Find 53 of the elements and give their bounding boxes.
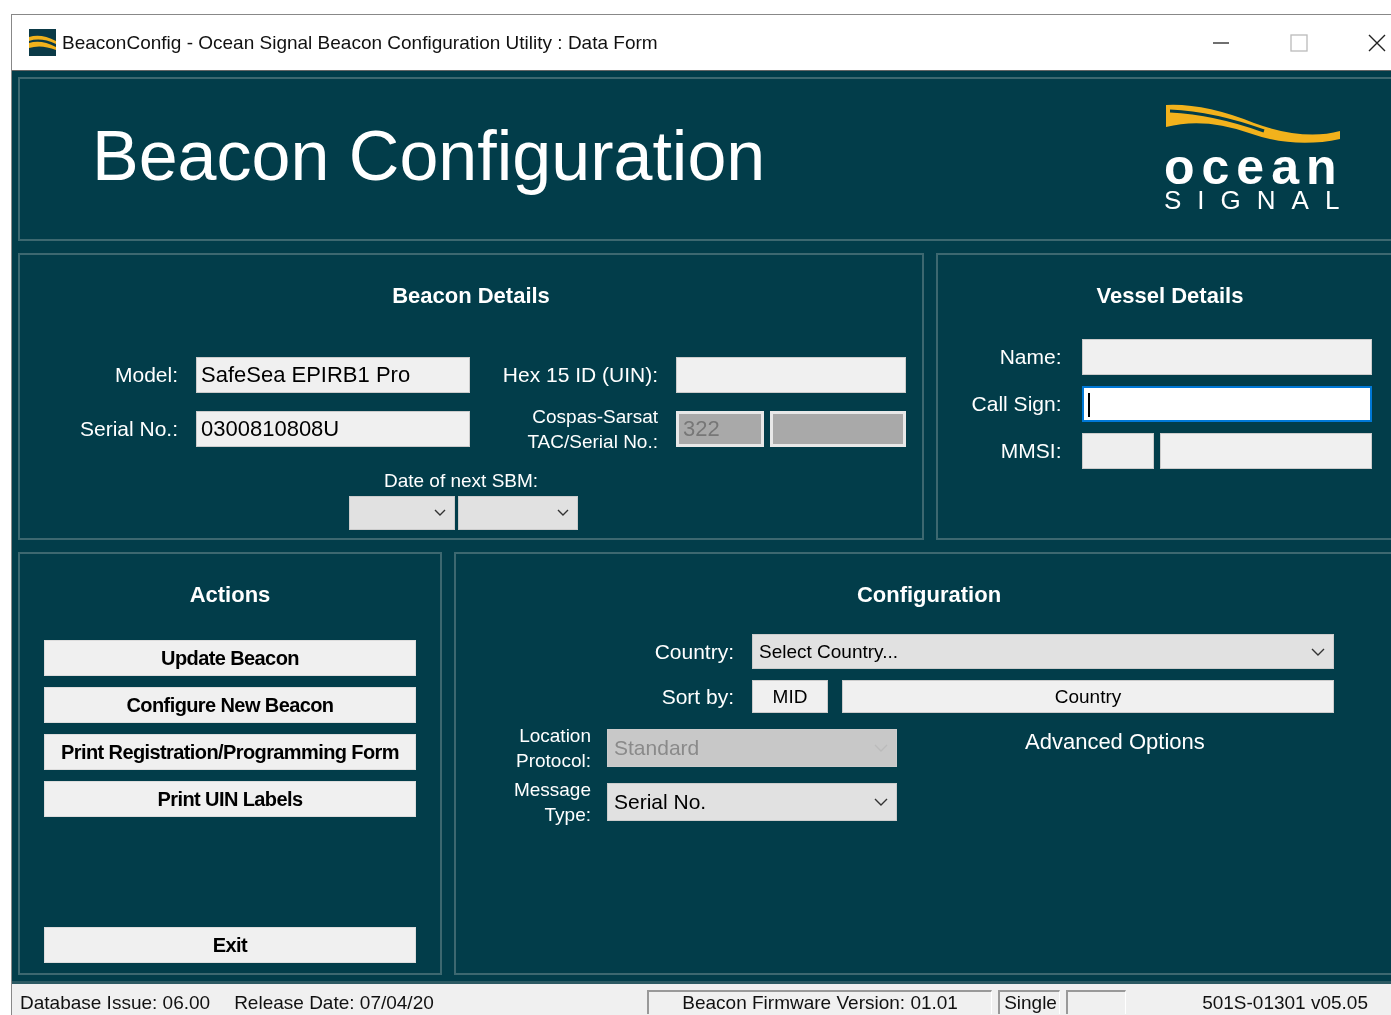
field-label: Hex 15 ID (UIN):	[501, 363, 658, 387]
sort-button[interactable]: MID	[752, 680, 828, 713]
text-cursor	[1087, 393, 1090, 417]
field-label: MMSI:	[999, 439, 1062, 463]
window-title: BeaconConfig - Ocean Signal Beacon Configuration Utility : Data Form	[62, 31, 658, 54]
country-dropdown[interactable]: Select Country...	[752, 634, 1334, 669]
status-text: Single	[998, 990, 1061, 1014]
status-text: 501S-01301 v05.05	[1202, 992, 1368, 1014]
panel-title: Configuration	[856, 582, 1002, 608]
status-text: Database Issue: 06.00	[20, 992, 211, 1014]
text-field[interactable]: 0300810808U	[196, 411, 470, 447]
status-text: Release Date: 07/04/20	[234, 992, 434, 1014]
field-label: Model:	[113, 363, 178, 387]
field-label: Cospas-Sarsat TAC/Serial No.:	[526, 405, 658, 454]
field-label: Sort by:	[660, 684, 734, 709]
sort-button[interactable]: Country	[842, 680, 1334, 713]
action-button[interactable]: Update Beacon	[44, 640, 416, 676]
status-text: Beacon Firmware Version: 01.01	[647, 990, 993, 1014]
status-panel	[1066, 990, 1127, 1014]
panel-title: Beacon Details	[392, 283, 550, 309]
text-field[interactable]	[1081, 433, 1154, 469]
text-field[interactable]	[1081, 339, 1372, 375]
text-field[interactable]: SafeSea EPIRB1 Pro	[196, 357, 470, 393]
dropdown[interactable]	[458, 496, 578, 530]
field-label: Serial No.:	[78, 417, 178, 441]
dropdown[interactable]	[349, 496, 455, 530]
panel-title: Actions	[189, 582, 271, 608]
text-field[interactable]	[676, 357, 906, 393]
app-heading: Beacon Configuration	[92, 116, 767, 197]
close-icon[interactable]	[1368, 33, 1386, 52]
panel-title: Vessel Details	[1096, 283, 1244, 309]
app-icon	[29, 29, 56, 56]
field-label: Date of next SBM:	[383, 470, 539, 492]
chevron-icon	[557, 509, 569, 517]
logo-wordmark: ocean	[1164, 149, 1344, 185]
advanced-options-link[interactable]: Advanced Options	[1025, 729, 1205, 827]
field-label: Message Type:	[512, 778, 591, 827]
field-label: Name:	[998, 345, 1062, 369]
field-label: Call Sign:	[970, 392, 1062, 416]
exit-button[interactable]: Exit	[44, 927, 416, 963]
logo-subtitle: SIGNAL	[1164, 185, 1356, 215]
maximize-icon[interactable]	[1290, 33, 1308, 52]
field-label: Country:	[653, 639, 734, 664]
field-label: Location Protocol:	[515, 724, 591, 773]
dropdown[interactable]: Serial No.	[607, 783, 897, 821]
chevron-icon	[874, 798, 888, 806]
action-button[interactable]: Print UIN Labels	[44, 781, 416, 817]
text-field[interactable]	[1159, 433, 1372, 469]
action-button[interactable]: Configure New Beacon	[44, 687, 416, 723]
chevron-icon	[434, 509, 446, 517]
action-button[interactable]: Print Registration/Programming Form	[44, 734, 416, 770]
text-field[interactable]	[1081, 386, 1372, 422]
chevron-icon	[1311, 647, 1325, 656]
